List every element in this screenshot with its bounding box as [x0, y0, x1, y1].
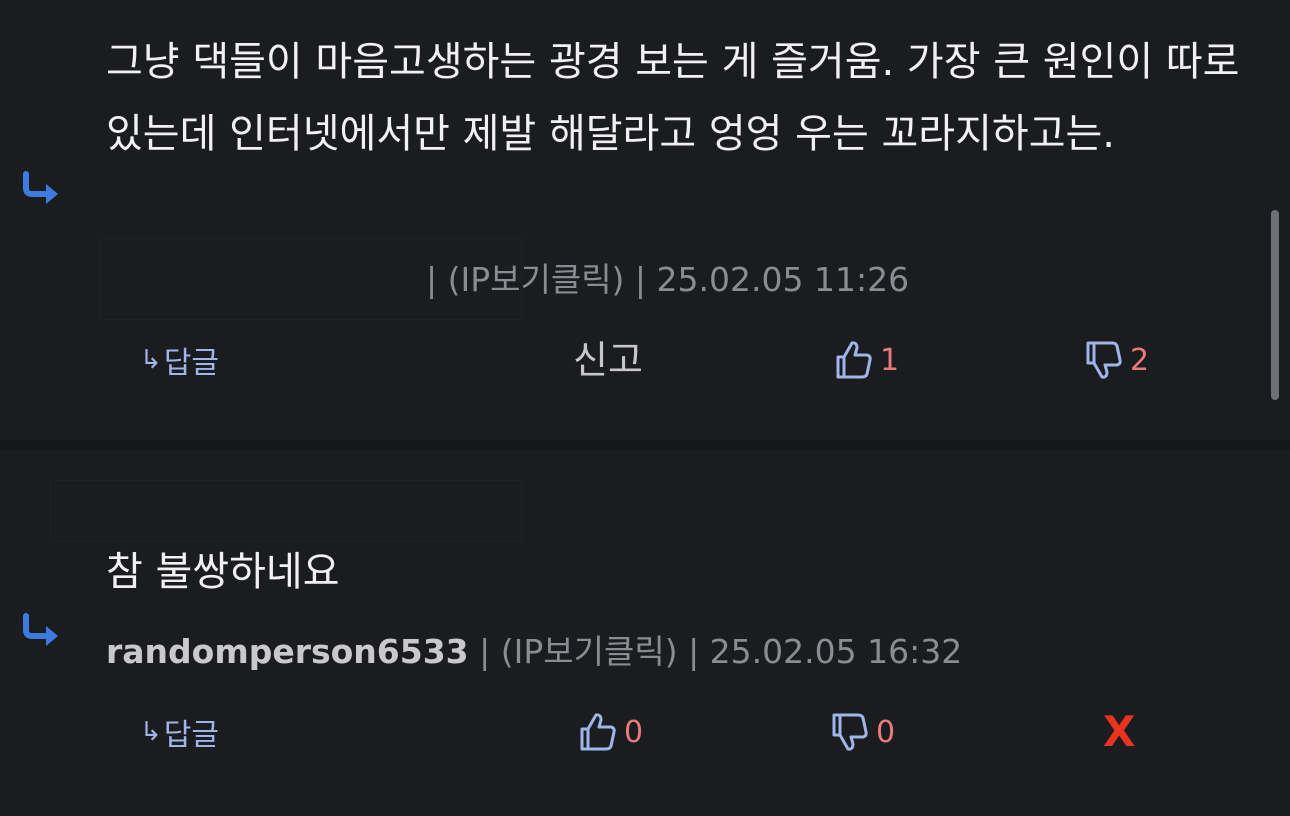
reply-label: 답글 — [163, 718, 219, 753]
reply-label: 답글 — [163, 346, 219, 381]
comment-item: 그냥 댁들이 마음고생하는 광경 보는 게 즐거움. 가장 큰 원인이 따로 있… — [0, 0, 1290, 440]
comment-text: 그냥 댁들이 마음고생하는 광경 보는 게 즐거움. 가장 큰 원인이 따로 있… — [106, 39, 1240, 157]
comment-text: 참 불쌍하네요 — [106, 549, 340, 595]
reply-arrow-icon — [23, 613, 58, 646]
comment-action-row: ↳ 답글 신고 1 2 — [0, 330, 1290, 390]
thumbs-up-icon — [580, 713, 616, 751]
like-count: 0 — [624, 714, 644, 750]
dislike-button[interactable]: 2 — [1084, 336, 1149, 384]
comment-author[interactable]: randomperson6533 — [106, 632, 469, 671]
dislike-button[interactable]: 0 — [830, 708, 895, 756]
like-count: 1 — [880, 342, 900, 378]
comment-list-page: 그냥 댁들이 마음고생하는 광경 보는 게 즐거움. 가장 큰 원인이 따로 있… — [0, 0, 1290, 816]
comment-meta: randomperson6533 | (IP보기클릭) | 25.02.05 1… — [106, 632, 962, 672]
comment-meta: | (IP보기클릭) | 25.02.05 11:26 — [426, 260, 909, 300]
thumbs-up-icon — [836, 341, 872, 379]
scrollbar-thumb[interactable] — [1271, 210, 1279, 400]
thumbs-down-icon — [1086, 341, 1122, 379]
delete-button[interactable]: X — [1103, 702, 1135, 762]
like-button[interactable]: 1 — [834, 336, 899, 384]
reply-button[interactable]: ↳ 답글 — [140, 712, 219, 753]
comment-divider — [0, 440, 1290, 450]
report-button[interactable]: 신고 — [573, 330, 643, 390]
comment-item: 참 불쌍하네요 randomperson6533 | (IP보기클릭) | 25… — [0, 450, 1290, 816]
reply-arrow-icon — [23, 171, 58, 204]
comment-meta-info[interactable]: | (IP보기클릭) | 25.02.05 16:32 — [469, 632, 962, 671]
comment-action-row: ↳ 답글 0 0 X — [0, 702, 1290, 762]
dislike-count: 0 — [876, 714, 896, 750]
dislike-count: 2 — [1130, 342, 1150, 378]
reply-glyph-icon: ↳ — [140, 717, 162, 747]
comment-meta-info[interactable]: | (IP보기클릭) | 25.02.05 11:26 — [426, 260, 909, 299]
comment-header-area — [50, 480, 522, 542]
like-button[interactable]: 0 — [578, 708, 643, 756]
thumbs-down-icon — [832, 713, 868, 751]
reply-glyph-icon: ↳ — [140, 345, 162, 375]
reply-button[interactable]: ↳ 답글 — [140, 340, 219, 381]
